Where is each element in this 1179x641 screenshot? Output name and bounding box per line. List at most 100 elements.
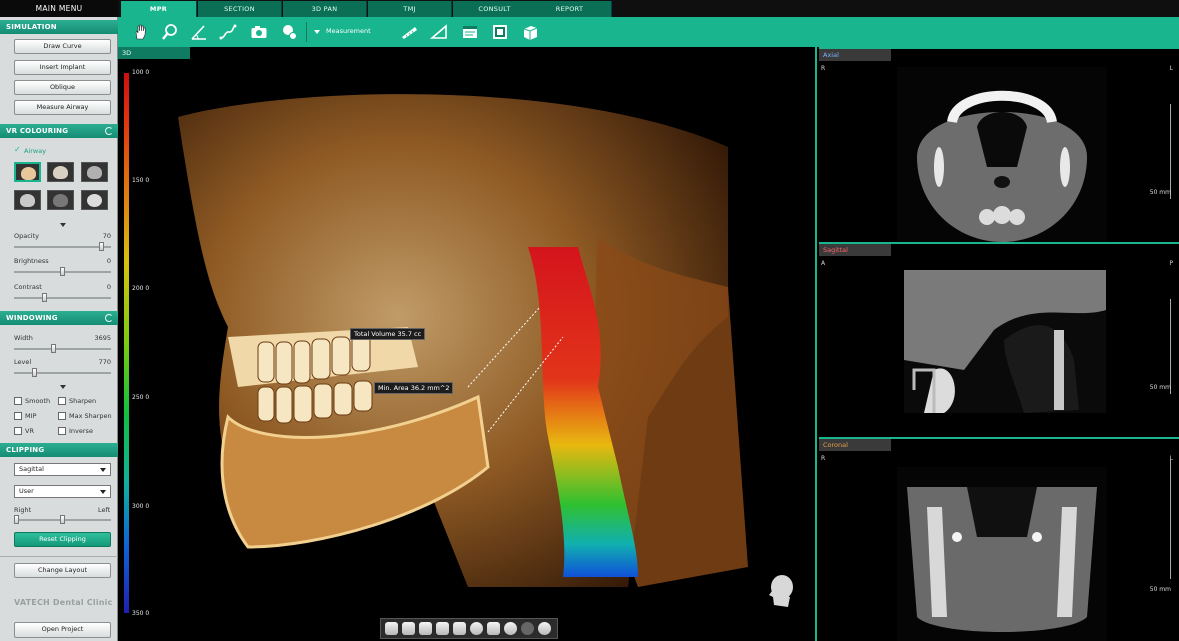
- max-sharpen-checkbox[interactable]: [58, 412, 66, 420]
- view-preset-button[interactable]: [453, 622, 466, 635]
- level-slider[interactable]: [14, 368, 111, 377]
- width-slider[interactable]: [14, 344, 111, 353]
- insert-implant-button[interactable]: Insert Implant: [14, 60, 111, 75]
- hand-icon[interactable]: [132, 23, 150, 41]
- rotate-view-button[interactable]: [538, 622, 551, 635]
- sharpen-label: Sharpen: [69, 397, 97, 405]
- axial-pane[interactable]: Axial R L 50 mm: [819, 47, 1179, 242]
- total-volume-annotation[interactable]: Total Volume 35.7 cc: [350, 328, 426, 340]
- clipping-knob-center[interactable]: [60, 515, 65, 524]
- coronal-scale-bar: [1170, 459, 1171, 579]
- tab-section[interactable]: SECTION: [198, 1, 282, 17]
- view-preset-button[interactable]: [470, 622, 483, 635]
- airway-mode-label[interactable]: Airway: [24, 147, 46, 155]
- tab-consult[interactable]: CONSULT: [453, 1, 537, 17]
- view-preset-button[interactable]: [521, 622, 534, 635]
- tab-tmj[interactable]: TMJ: [368, 1, 452, 17]
- view-preset-button[interactable]: [402, 622, 415, 635]
- coronal-scale-label: 50 mm: [1149, 586, 1171, 593]
- expand-arrow-icon[interactable]: [60, 385, 66, 389]
- clipping-slider[interactable]: [14, 515, 111, 524]
- preset-airway[interactable]: [14, 162, 41, 182]
- sagittal-right-orientation: P: [1169, 260, 1173, 267]
- sagittal-pane[interactable]: Sagittal A P 50 mm: [819, 242, 1179, 437]
- contrast-slider[interactable]: [14, 293, 111, 302]
- main-menu-title[interactable]: MAIN MENU: [0, 0, 118, 17]
- measurement-label[interactable]: Measurement: [326, 27, 371, 35]
- preset-skin[interactable]: [14, 190, 41, 210]
- expand-arrow-icon[interactable]: [60, 223, 66, 227]
- reset-clipping-button[interactable]: Reset Clipping: [14, 532, 111, 547]
- inverse-checkbox[interactable]: [58, 427, 66, 435]
- dropdown-icon[interactable]: [314, 30, 320, 34]
- mip-checkbox[interactable]: [14, 412, 22, 420]
- tab-3d-pan[interactable]: 3D PAN: [283, 1, 367, 17]
- brightness-slider-knob[interactable]: [60, 267, 65, 276]
- clipping-plane-select[interactable]: Sagittal: [14, 463, 111, 476]
- view-preset-button[interactable]: [436, 622, 449, 635]
- width-slider-knob[interactable]: [50, 344, 56, 353]
- measure-airway-button[interactable]: Measure Airway: [14, 100, 111, 115]
- clip-right-label: Right: [14, 506, 32, 514]
- zoom-icon[interactable]: [161, 23, 179, 41]
- 3d-view-label: 3D: [118, 47, 190, 59]
- refresh-icon[interactable]: [105, 127, 113, 135]
- top-tab-bar: MPR SECTION 3D PAN TMJ CONSULT REPORT: [118, 0, 1179, 17]
- opacity-label: Opacity: [14, 232, 40, 240]
- width-value: 3695: [94, 334, 111, 342]
- note-icon[interactable]: [461, 23, 479, 41]
- view-preset-button[interactable]: [385, 622, 398, 635]
- vr-colouring-header[interactable]: VR COLOURING: [0, 124, 118, 138]
- head-orientation-icon[interactable]: [766, 573, 796, 611]
- draw-curve-button[interactable]: Draw Curve: [14, 39, 111, 54]
- export-icon[interactable]: [521, 23, 539, 41]
- windowing-header[interactable]: WINDOWING: [0, 311, 118, 325]
- refresh-icon[interactable]: [105, 314, 113, 322]
- opacity-slider-knob[interactable]: [98, 242, 104, 251]
- brightness-slider[interactable]: [14, 267, 111, 276]
- contrast-slider-knob[interactable]: [41, 293, 47, 302]
- vr-checkbox[interactable]: [14, 427, 22, 435]
- colorbar-tick: 300 0: [132, 503, 150, 510]
- curve-icon[interactable]: [219, 23, 237, 41]
- view-preset-button[interactable]: [419, 622, 432, 635]
- preset-xray[interactable]: [81, 190, 108, 210]
- reset-view-icon[interactable]: [280, 23, 298, 41]
- tab-report[interactable]: REPORT: [528, 1, 612, 17]
- coronal-slice-image: [897, 467, 1107, 641]
- smooth-label: Smooth: [25, 397, 51, 405]
- angle-icon[interactable]: [190, 23, 208, 41]
- simulation-header[interactable]: SIMULATION: [0, 20, 118, 34]
- 3d-view[interactable]: 3D 100 0 150 0 200 0 250 0 300 0 350 0 T…: [118, 47, 817, 641]
- opacity-value: 70: [102, 232, 111, 240]
- brand-name: VATECH Dental Clinic: [14, 598, 113, 607]
- clipping-mode-select[interactable]: User: [14, 485, 111, 498]
- oblique-button[interactable]: Oblique: [14, 80, 111, 95]
- clipping-title: CLIPPING: [6, 446, 45, 454]
- colorbar-tick: 250 0: [132, 394, 150, 401]
- tab-mpr[interactable]: MPR: [121, 1, 197, 17]
- min-area-annotation[interactable]: Min. Area 36.2 mm^2: [374, 382, 454, 394]
- smooth-checkbox[interactable]: [14, 397, 22, 405]
- opacity-slider[interactable]: [14, 242, 111, 251]
- clipping-header[interactable]: CLIPPING: [0, 443, 118, 457]
- camera-icon[interactable]: [250, 23, 268, 41]
- open-project-button[interactable]: Open Project: [14, 622, 111, 638]
- ruler-icon[interactable]: [400, 23, 418, 41]
- level-slider-knob[interactable]: [32, 368, 38, 377]
- view-preset-button[interactable]: [487, 622, 500, 635]
- sharpen-checkbox[interactable]: [58, 397, 66, 405]
- coronal-pane[interactable]: Coronal R L 50 mm: [819, 437, 1179, 641]
- preset-soft-tissue[interactable]: [81, 162, 108, 182]
- sagittal-pane-label: Sagittal: [819, 244, 891, 256]
- colorbar-tick: 200 0: [132, 285, 150, 292]
- sagittal-left-orientation: A: [821, 260, 826, 267]
- change-layout-button[interactable]: Change Layout: [14, 563, 111, 578]
- view-preset-button[interactable]: [504, 622, 517, 635]
- clipping-knob-right[interactable]: [14, 515, 19, 524]
- angle-measure-icon[interactable]: [429, 23, 448, 41]
- preset-mip[interactable]: [47, 190, 74, 210]
- capture-icon[interactable]: [491, 23, 509, 41]
- preset-bone[interactable]: [47, 162, 74, 182]
- colorbar: [124, 73, 129, 613]
